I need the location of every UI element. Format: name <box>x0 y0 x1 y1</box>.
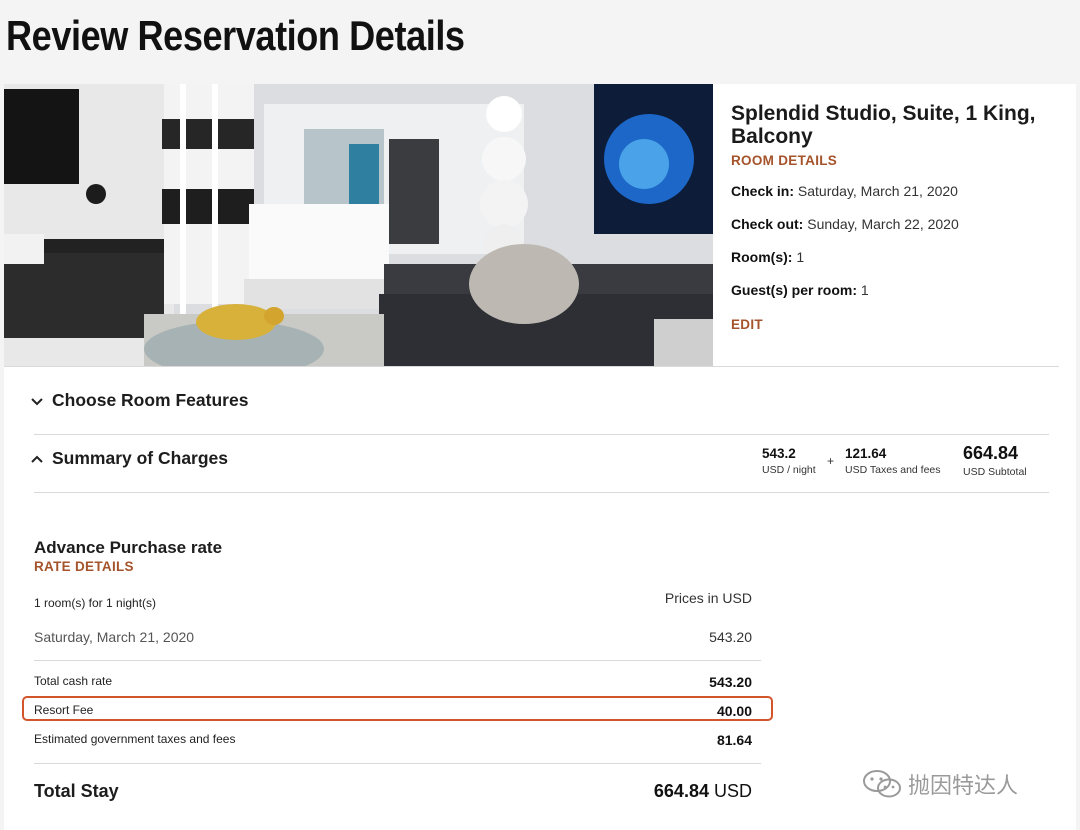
guests-row: Guest(s) per room: 1 <box>731 282 1061 300</box>
total-stay-currency: USD <box>713 781 752 801</box>
room-name: Splendid Studio, Suite, 1 King, Balcony <box>731 102 1036 148</box>
watermark: 抛因特达人 <box>862 768 1018 800</box>
subtotal-value: 664.84 <box>963 443 1019 463</box>
subtotal-label: USD Subtotal <box>963 466 1027 478</box>
nightly-value: 543.2 <box>762 446 796 461</box>
room-details-link[interactable]: ROOM DETAILS <box>731 153 1061 168</box>
summary-of-charges-toggle[interactable]: Summary of Charges <box>30 448 228 469</box>
resort-fee-value: 40.00 <box>716 703 752 719</box>
rooms-row: Room(s): 1 <box>731 249 1061 267</box>
page-title: Review Reservation Details <box>6 12 465 59</box>
check-in-value: Saturday, March 21, 2020 <box>797 183 958 199</box>
prices-in-label: Prices in USD <box>664 590 752 606</box>
divider <box>34 763 761 764</box>
gov-taxes-label: Estimated government taxes and fees <box>34 732 236 746</box>
divider <box>4 366 1059 367</box>
divider <box>34 660 761 661</box>
taxes-label: USD Taxes and fees <box>845 464 941 476</box>
total-stay-label: Total Stay <box>34 781 119 801</box>
rate-details-link[interactable]: RATE DETAILS <box>34 559 134 574</box>
stay-date-label: Saturday, March 21, 2020 <box>34 629 195 645</box>
reservation-card: Splendid Studio, Suite, 1 King, Balcony … <box>4 84 1076 830</box>
total-stay-amount: 664.84 USD <box>654 781 752 802</box>
guests-value: 1 <box>860 282 869 298</box>
stay-date-value: 543.20 <box>709 629 752 645</box>
subtotal-charge: 664.84 USD Subtotal <box>963 443 1027 478</box>
plus-sign: + <box>827 454 835 468</box>
edit-link[interactable]: EDIT <box>731 317 1061 332</box>
resort-fee-highlight <box>22 696 773 721</box>
rooms-nights-label: 1 room(s) for 1 night(s) <box>34 596 157 610</box>
room-details-panel: Splendid Studio, Suite, 1 King, Balcony … <box>731 102 1061 332</box>
choose-room-features-label: Choose Room Features <box>52 390 249 410</box>
check-in-label: Check in: <box>731 183 795 199</box>
resort-fee-label: Resort Fee <box>34 703 94 717</box>
gov-taxes-value: 81.64 <box>716 732 752 748</box>
watermark-text: 抛因特达人 <box>908 774 1019 799</box>
taxes-value: 121.64 <box>845 446 887 461</box>
divider <box>34 434 1049 435</box>
check-out-row: Check out: Sunday, March 22, 2020 <box>731 216 1061 234</box>
chevron-down-icon <box>31 397 43 405</box>
rooms-label: Room(s): <box>731 249 793 265</box>
nightly-label: USD / night <box>762 464 816 476</box>
wechat-icon <box>863 770 901 798</box>
nightly-charge: 543.2 USD / night <box>762 446 816 476</box>
total-stay-value: 664.84 <box>653 781 709 801</box>
check-in-row: Check in: Saturday, March 21, 2020 <box>731 183 1061 201</box>
rooms-value: 1 <box>796 249 805 265</box>
total-cash-rate-value: 543.20 <box>709 674 752 690</box>
chevron-up-icon <box>31 455 43 463</box>
divider <box>34 492 1049 493</box>
summary-of-charges-label: Summary of Charges <box>52 448 229 468</box>
guests-label: Guest(s) per room: <box>731 282 858 298</box>
room-photo <box>4 84 713 366</box>
choose-room-features-toggle[interactable]: Choose Room Features <box>30 390 248 411</box>
rate-title: Advance Purchase rate <box>34 538 223 557</box>
total-cash-rate-label: Total cash rate <box>34 674 113 688</box>
taxes-charge: 121.64 USD Taxes and fees <box>845 446 941 476</box>
check-out-value: Sunday, March 22, 2020 <box>807 216 959 232</box>
check-out-label: Check out: <box>731 216 804 232</box>
